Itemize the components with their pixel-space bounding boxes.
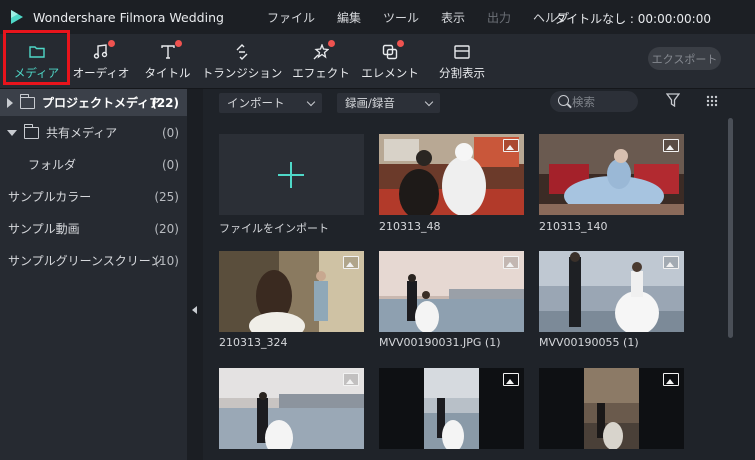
media-filter-bar: インポート 録画/録音 検索 xyxy=(203,89,755,115)
media-name: 210313_324 xyxy=(219,336,288,349)
media-thumbnail[interactable] xyxy=(379,134,524,215)
transition-icon xyxy=(232,43,252,61)
folder-icon xyxy=(19,93,35,109)
image-type-icon xyxy=(663,373,679,386)
image-type-icon xyxy=(663,139,679,152)
app-title: Wondershare Filmora Wedding xyxy=(33,9,224,25)
text-icon xyxy=(158,39,182,61)
chevron-down-icon xyxy=(424,97,434,107)
media-name: MVV00190055 (1) xyxy=(539,336,639,349)
filter-icon[interactable] xyxy=(665,93,681,110)
media-thumbnail[interactable] xyxy=(219,368,364,449)
media-thumbnail[interactable] xyxy=(379,368,524,449)
media-name: 210313_140 xyxy=(539,220,608,233)
new-badge xyxy=(108,39,115,47)
sidebar-item-shared-media[interactable]: 共有メディア (0) xyxy=(0,119,187,146)
panel-divider[interactable] xyxy=(187,89,203,460)
tab-titles[interactable]: タイトル xyxy=(140,34,195,89)
tab-audio[interactable]: オーディオ xyxy=(72,34,130,89)
filmora-logo-icon xyxy=(9,9,25,25)
import-tile-label: ファイルをインポート xyxy=(219,222,329,235)
export-button[interactable]: エクスポート xyxy=(648,47,721,70)
chevron-down-icon xyxy=(306,97,316,107)
media-thumbnail[interactable] xyxy=(219,251,364,332)
menu-bar: ファイル 編集 ツール 表示 出力 ヘルプ xyxy=(256,9,580,26)
project-title: タイトルなし : 00:00:00:00 xyxy=(554,12,711,26)
media-tab-highlight-box xyxy=(3,30,70,85)
search-icon xyxy=(558,95,569,106)
menu-edit[interactable]: 編集 xyxy=(326,9,372,26)
split-screen-icon xyxy=(452,43,472,61)
search-input[interactable]: 検索 xyxy=(550,91,638,112)
new-badge xyxy=(328,39,335,47)
tab-effects[interactable]: エフェクト xyxy=(292,34,350,89)
media-thumbnail[interactable] xyxy=(379,251,524,332)
collapse-sidebar-icon[interactable] xyxy=(192,306,197,314)
title-bar: Wondershare Filmora Wedding ファイル 編集 ツール … xyxy=(0,0,755,34)
menu-tools[interactable]: ツール xyxy=(372,9,430,26)
menu-export: 出力 xyxy=(487,10,512,25)
sidebar-item-project-media[interactable]: プロジェクトメディア (22) xyxy=(0,89,187,116)
plus-icon xyxy=(278,162,304,188)
effects-icon xyxy=(311,39,335,61)
media-name: 210313_48 xyxy=(379,220,441,233)
elements-icon xyxy=(380,39,404,61)
media-thumbnail[interactable] xyxy=(539,368,684,449)
image-type-icon xyxy=(343,256,359,269)
tab-split-screen[interactable]: 分割表示 xyxy=(434,34,490,89)
folder-icon xyxy=(23,123,39,139)
image-type-icon xyxy=(663,256,679,269)
collapse-arrow-icon[interactable] xyxy=(7,129,17,136)
menu-file[interactable]: ファイル xyxy=(256,9,326,26)
main-toolbar: メディア オーディオ タイトル トランジション エフェクト エレメント 分割表示 xyxy=(0,34,755,89)
image-type-icon xyxy=(503,256,519,269)
tab-transitions[interactable]: トランジション xyxy=(202,34,282,89)
image-type-icon xyxy=(503,139,519,152)
sidebar-item-sample-videos[interactable]: サンプル動画 (20) xyxy=(0,215,187,242)
media-name: MVV00190031.JPG (1) xyxy=(379,336,501,349)
new-badge xyxy=(174,39,182,47)
new-badge xyxy=(397,39,404,47)
import-media-tile[interactable] xyxy=(219,134,364,215)
sidebar-item-folder[interactable]: フォルダ (0) xyxy=(0,151,187,178)
menu-view[interactable]: 表示 xyxy=(430,9,476,26)
media-library-sidebar: プロジェクトメディア (22) 共有メディア (0) フォルダ (0) サンプル… xyxy=(0,89,187,460)
grid-view-icon[interactable] xyxy=(706,95,718,110)
music-note-icon xyxy=(91,39,115,61)
sidebar-item-sample-colors[interactable]: サンプルカラー (25) xyxy=(0,183,187,210)
media-scrollbar[interactable] xyxy=(728,118,733,338)
image-type-icon xyxy=(503,373,519,386)
media-thumbnail[interactable] xyxy=(539,134,684,215)
record-dropdown[interactable]: 録画/録音 xyxy=(337,93,440,113)
sidebar-item-sample-green-screen[interactable]: サンプルグリーンスクリーン (10) xyxy=(0,247,187,274)
media-thumbnail[interactable] xyxy=(539,251,684,332)
expand-arrow-icon[interactable] xyxy=(7,97,13,108)
tab-elements[interactable]: エレメント xyxy=(360,34,420,89)
import-dropdown[interactable]: インポート xyxy=(219,93,322,113)
image-type-icon xyxy=(343,373,359,386)
